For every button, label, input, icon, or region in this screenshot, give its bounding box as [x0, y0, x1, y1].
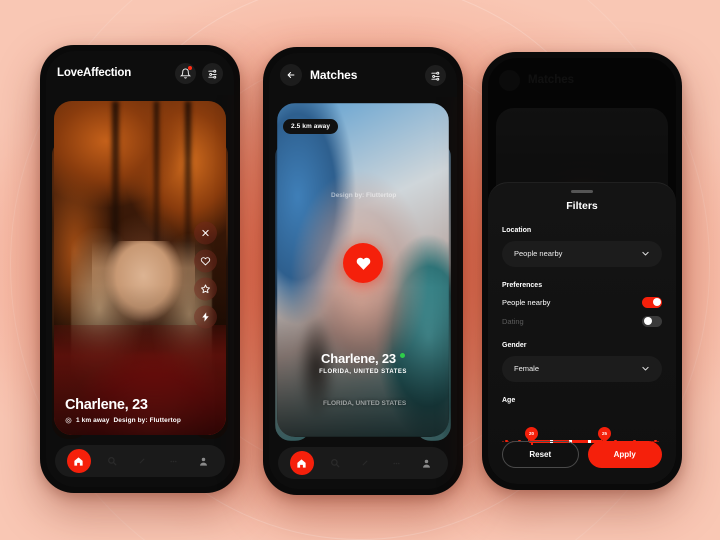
match-card[interactable]: Charlene, 23 FLORIDA, UNITED STATES [277, 103, 449, 437]
dislike-button[interactable] [194, 221, 217, 245]
notification-button[interactable] [175, 62, 196, 84]
nav-item-home[interactable] [66, 449, 91, 473]
age-label: Age [502, 396, 516, 404]
gender-select[interactable]: Female [502, 355, 662, 382]
preference-label: People nearby [502, 297, 551, 307]
home-header: LoveAffection [46, 51, 234, 95]
matches-header: Matches [269, 53, 457, 97]
arrow-left-icon [287, 72, 295, 78]
nav-item-profile[interactable] [194, 452, 213, 471]
profile-distance-row: 1 km away Design by: Fluttertop [65, 417, 215, 424]
matches-screen: Matches Charlene, 23 FLORIDA, UNITED STA… [269, 53, 457, 489]
preference-row-people-nearby: People nearby [502, 296, 662, 308]
boost-button[interactable] [194, 305, 217, 329]
super-like-button[interactable] [194, 277, 217, 301]
preference-row-dating: Dating [502, 315, 662, 327]
compass-icon [140, 458, 145, 464]
slider-min-value: 20 [529, 430, 535, 436]
compass-glyph [356, 454, 375, 473]
compass-glyph [133, 452, 152, 471]
profile-card-info: Charlene, 23 1 km away Design by: Flutte… [65, 397, 215, 424]
filter-button[interactable] [425, 64, 446, 86]
bottom-navigation [55, 445, 225, 477]
match-info: Charlene, 23 FLORIDA, UNITED STATES [277, 351, 449, 375]
toggle-knob [652, 298, 661, 306]
toggle-knob [643, 317, 652, 325]
chevron-down-icon [642, 366, 649, 371]
heart-icon [356, 257, 370, 270]
filters-actions: Reset Apply [502, 441, 662, 468]
preferences-label: Preferences [502, 281, 543, 289]
profile-name: Charlene, 23 [65, 397, 148, 413]
match-location: FLORIDA, UNITED STATES [319, 369, 407, 375]
notification-badge [187, 66, 192, 70]
filter-button[interactable] [202, 62, 223, 84]
back-button[interactable] [280, 64, 302, 86]
nav-item-explore[interactable] [133, 452, 152, 471]
nav-item-chat[interactable] [164, 452, 183, 471]
card-action-rail [194, 221, 217, 329]
match-name-row: Charlene, 23 [277, 351, 449, 366]
home-screen: LoveAffection Charlene, 23 1 km away Des… [46, 51, 234, 487]
phone-mockup-filters: Matches Filters Location People nearby P… [482, 52, 682, 490]
chat-icon [170, 460, 177, 462]
watermark-text: Design by: Fluttertop [113, 417, 181, 424]
phone-mockup-matches: Matches Charlene, 23 FLORIDA, UNITED STA… [263, 47, 463, 495]
reset-button[interactable]: Reset [502, 441, 579, 468]
distance-badge: 2.5 km away [283, 119, 339, 134]
location-selected-value: People nearby [514, 249, 563, 258]
app-title: LoveAffection [57, 67, 132, 79]
online-status-dot [399, 353, 405, 358]
person-icon [423, 459, 431, 468]
search-icon [330, 459, 340, 468]
nav-item-home[interactable] [289, 451, 314, 475]
nav-item-chat[interactable] [387, 454, 406, 473]
chevron-down-icon [642, 251, 649, 256]
nav-item-explore[interactable] [356, 454, 375, 473]
search-icon [107, 457, 117, 466]
location-label: Location [502, 226, 532, 234]
matches-card-area: Charlene, 23 FLORIDA, UNITED STATES 2.5 … [269, 97, 457, 489]
nav-item-profile[interactable] [417, 454, 436, 473]
preference-toggle-dating[interactable] [642, 315, 662, 327]
person-icon [200, 457, 208, 466]
profile-distance: 1 km away [76, 417, 110, 424]
filters-sheet: Filters Location People nearby Preferenc… [488, 182, 676, 484]
sheet-drag-handle[interactable] [571, 190, 593, 193]
preference-toggle-people-nearby[interactable] [642, 296, 662, 308]
home-icon [74, 456, 83, 466]
phone-mockup-home: LoveAffection Charlene, 23 1 km away Des… [40, 45, 240, 493]
nav-item-search[interactable] [102, 452, 121, 471]
preference-label: Dating [502, 316, 524, 326]
location-pin-icon [65, 417, 72, 424]
like-button[interactable] [194, 249, 217, 273]
page-title: Matches [310, 68, 358, 82]
nav-item-search[interactable] [325, 454, 344, 473]
match-name: Charlene, 23 [321, 351, 396, 366]
gender-selected-value: Female [514, 364, 540, 373]
location-select[interactable]: People nearby [502, 240, 662, 267]
sheet-title: Filters [566, 199, 598, 212]
chat-icon [393, 462, 400, 464]
bottom-navigation [278, 447, 448, 479]
filters-screen: Matches Filters Location People nearby P… [488, 58, 676, 484]
compass-icon [363, 460, 368, 466]
home-card-area: Charlene, 23 1 km away Design by: Flutte… [46, 95, 234, 487]
slider-max-value: 25 [601, 430, 608, 436]
search-glyph [325, 454, 344, 473]
apply-button[interactable]: Apply [587, 441, 662, 468]
search-glyph [102, 452, 121, 471]
chat-glyph [164, 452, 183, 471]
gender-label: Gender [502, 341, 527, 349]
home-icon [297, 458, 306, 468]
profile-card[interactable]: Charlene, 23 1 km away Design by: Flutte… [54, 101, 226, 435]
match-like-button[interactable] [343, 243, 383, 284]
chat-glyph [387, 454, 406, 473]
